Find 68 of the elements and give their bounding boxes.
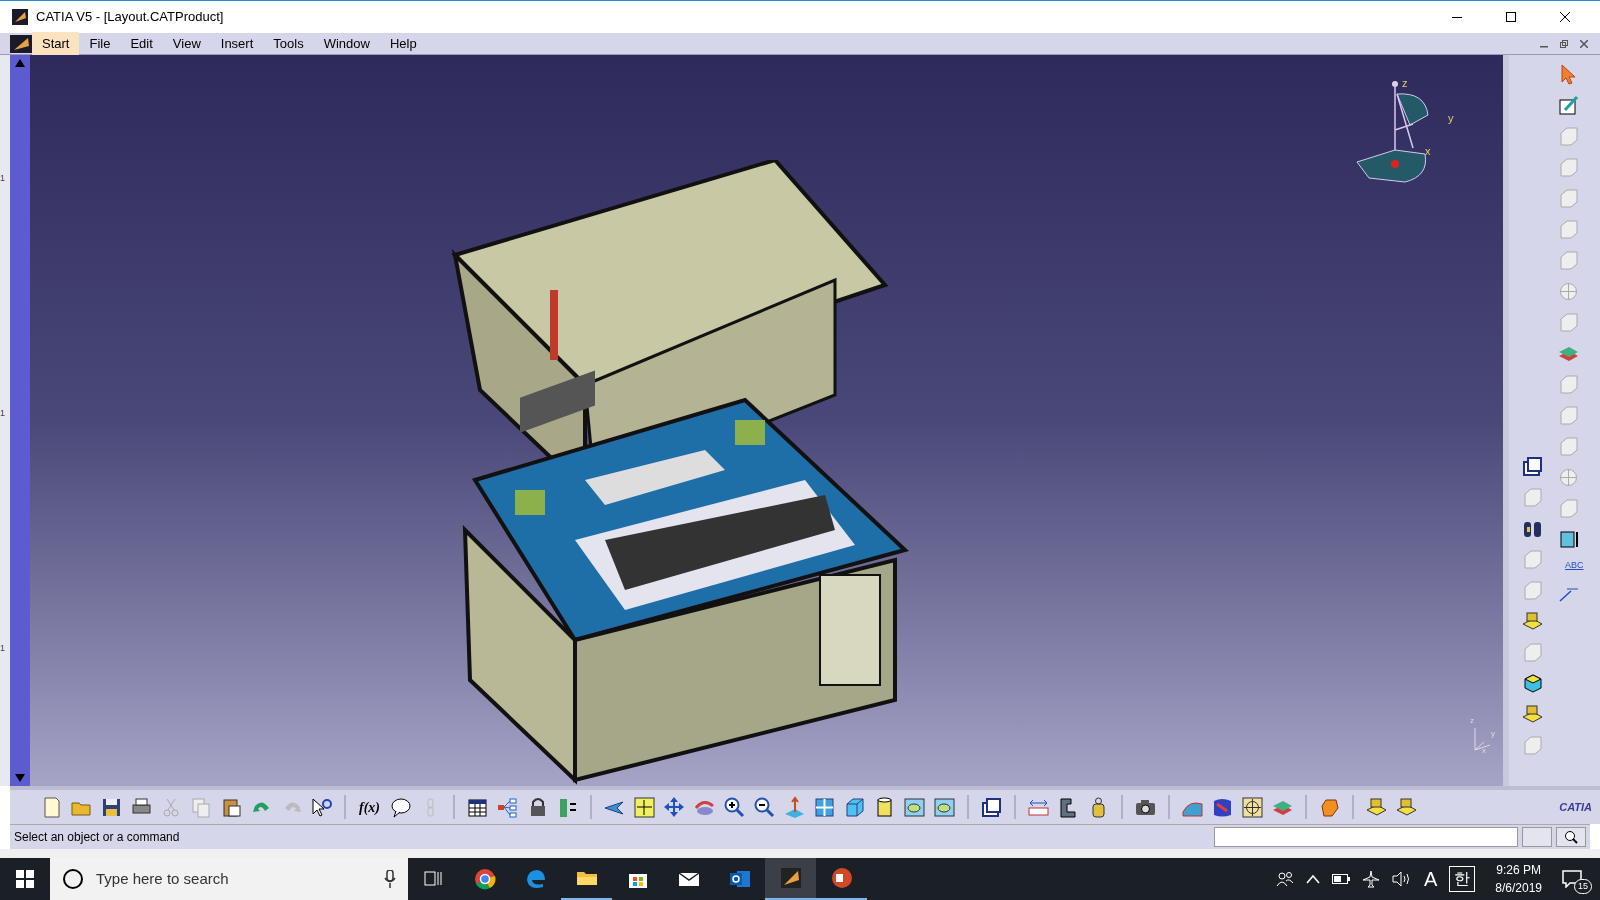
- assembly-icon[interactable]: [1521, 455, 1544, 478]
- text-annotation-button[interactable]: ABC: [1557, 559, 1589, 573]
- command-input-field[interactable]: [1214, 827, 1518, 847]
- menu-item[interactable]: File: [79, 31, 121, 56]
- battery-icon[interactable]: [1331, 874, 1350, 884]
- speaker-icon[interactable]: [1391, 871, 1412, 887]
- scroll-up-icon[interactable]: [15, 59, 25, 67]
- clock-time[interactable]: 9:26 PM: [1496, 861, 1541, 879]
- ruler-mark: 1: [0, 173, 6, 183]
- menu-item[interactable]: Tools: [263, 31, 314, 56]
- clock-date[interactable]: 8/6/2019: [1495, 879, 1542, 897]
- scroll-bar[interactable]: [10, 55, 30, 786]
- frame-icon[interactable]: [1557, 528, 1580, 551]
- window-title: CATIA V5 - [Layout.CATProduct]: [36, 8, 224, 27]
- axis-label: z: [1402, 76, 1408, 91]
- assembly-icon[interactable]: [980, 795, 1003, 819]
- catia-logo: CATIA: [1559, 799, 1592, 815]
- search-field[interactable]: Type here to search: [96, 867, 372, 891]
- microphone-icon: [384, 870, 396, 888]
- cube-icon[interactable]: [843, 795, 866, 819]
- language-indicator[interactable]: 한: [1449, 866, 1476, 892]
- maximize-icon: [1506, 12, 1516, 22]
- ruler-mark: 1: [0, 643, 6, 653]
- status-message: Select an object or a command: [14, 829, 180, 846]
- magnifier-icon: [1564, 830, 1578, 844]
- menu-item[interactable]: Insert: [210, 31, 264, 56]
- axis-label: y: [1448, 111, 1454, 126]
- fit-all-icon[interactable]: [633, 795, 656, 819]
- four-views-icon[interactable]: [813, 795, 836, 819]
- powerpoint-icon[interactable]: [829, 866, 854, 890]
- menu-item[interactable]: Start: [32, 31, 80, 56]
- info-button[interactable]: [1556, 827, 1586, 847]
- axis-label: z: [1470, 715, 1474, 727]
- shading-icon[interactable]: [933, 795, 956, 819]
- app-icon: [10, 34, 32, 53]
- menu-item[interactable]: Help: [379, 31, 427, 56]
- tree-icon[interactable]: [496, 795, 519, 819]
- zoom-in-icon[interactable]: [723, 795, 746, 819]
- restore-icon[interactable]: [1560, 39, 1568, 48]
- catia-taskbar-icon[interactable]: [778, 866, 803, 890]
- zoom-out-icon[interactable]: [753, 795, 776, 819]
- sketch-icon[interactable]: [1557, 94, 1580, 117]
- shading-icon[interactable]: [903, 795, 926, 819]
- windows-icon: [16, 870, 34, 888]
- search-icon: [62, 868, 84, 890]
- move-arrows-icon[interactable]: [663, 795, 686, 819]
- close-icon[interactable]: [1580, 39, 1588, 48]
- colored-cube-icon[interactable]: [1521, 672, 1544, 695]
- ruler-mark: 1: [0, 408, 6, 418]
- target-icon[interactable]: [1241, 795, 1264, 819]
- scroll-down-icon[interactable]: [15, 774, 25, 782]
- speech-bubble-icon[interactable]: [389, 795, 412, 819]
- formula-button[interactable]: f(x): [357, 796, 382, 818]
- axis-label: x: [1425, 144, 1431, 159]
- menu-item[interactable]: Edit: [120, 31, 163, 56]
- app-icon: [12, 9, 28, 25]
- help-cursor-icon[interactable]: [310, 795, 333, 819]
- notification-badge: 15: [1574, 878, 1592, 894]
- people-icon[interactable]: [1275, 871, 1294, 887]
- axis-icon: [1472, 727, 1492, 753]
- chevron-up-icon[interactable]: [1305, 874, 1320, 884]
- menu-item[interactable]: View: [162, 31, 211, 56]
- search-box[interactable]: Type here to search: [50, 858, 408, 900]
- menu-item[interactable]: Window: [313, 31, 380, 56]
- plane-arrow-icon[interactable]: [783, 795, 806, 819]
- close-icon: [1560, 12, 1570, 22]
- chrome-icon[interactable]: [472, 867, 497, 891]
- input-indicator[interactable]: A: [1423, 864, 1438, 894]
